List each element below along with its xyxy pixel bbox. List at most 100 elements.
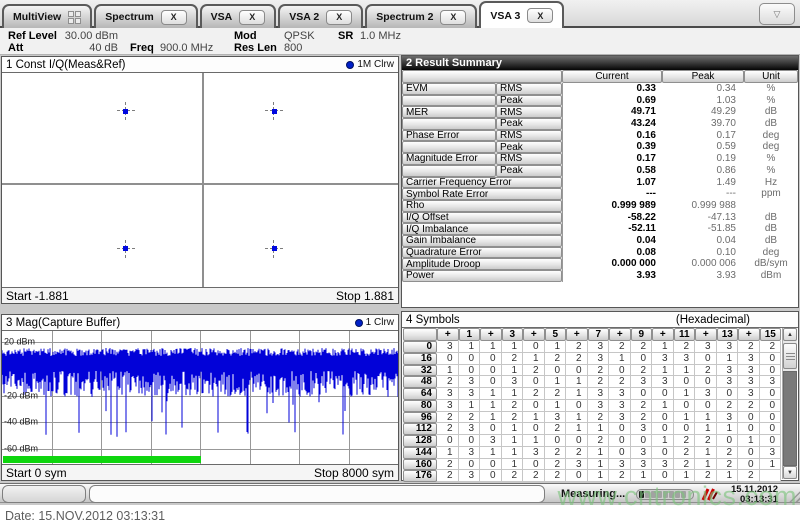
const-trace-label: 1M Clrw [357, 59, 394, 70]
result-metric-name: I/Q Offset [402, 211, 562, 224]
tab-spectrum-2[interactable]: Spectrum 2 X [365, 4, 478, 28]
result-current-value: 49.71 [562, 106, 662, 119]
tab-close-button[interactable]: X [326, 9, 353, 25]
sr-value[interactable]: 1.0 MHz [360, 31, 401, 42]
result-metric-name [402, 118, 496, 130]
symbols-row: 144 1 3 1 1 3 2 2 1 0 3 0 2 1 2 0 3 [403, 446, 781, 459]
tab-vsa-3[interactable]: VSA 3 X [479, 1, 565, 28]
symbol-dot [123, 108, 129, 114]
symbol-cell: 2 [630, 341, 652, 353]
symbols-col-header: 11 [673, 328, 695, 341]
mag-plot: 20 dBm -20 dBm -40 dBm -60 dBm [2, 331, 398, 464]
result-current-value: 0.33 [562, 83, 662, 95]
result-metric-name: I/Q Imbalance [402, 223, 562, 235]
result-summary-title[interactable]: 2 Result Summary [402, 56, 798, 70]
result-label-group: EVM RMS [402, 83, 562, 95]
symbol-cell: 1 [695, 411, 717, 424]
resize-grip-icon[interactable] [785, 487, 800, 502]
tab-vsa[interactable]: VSA X [199, 4, 277, 28]
result-current-value: 0.17 [562, 153, 662, 165]
symbol-cell: 1 [652, 435, 674, 447]
symbols-corner-cell [403, 328, 437, 341]
freq-value[interactable]: 900.0 MHz [160, 43, 213, 54]
symbol-cell: 1 [544, 399, 566, 412]
att-label: Att [8, 42, 24, 54]
result-metric-name: Amplitude Droop [402, 258, 562, 270]
tab-close-button[interactable]: X [527, 8, 554, 23]
constellation-point [265, 239, 284, 258]
mod-value[interactable]: QPSK [284, 31, 315, 42]
scroll-up-button[interactable]: ▲ [783, 328, 797, 341]
symbol-cell: 1 [501, 364, 523, 377]
result-current-value: --- [562, 188, 662, 200]
symbol-cell: 3 [609, 411, 631, 424]
tab-overflow-button[interactable]: ▽ [759, 3, 795, 25]
result-metric-name: Magnitude Error [402, 153, 496, 165]
tab-close-button[interactable]: X [440, 9, 467, 25]
symbol-cell: 2 [544, 423, 566, 435]
result-current-value: 0.999 989 [562, 199, 662, 212]
scroll-down-button[interactable]: ▼ [783, 466, 797, 479]
result-row: Rho 0.999 989 0.999 988 [402, 199, 798, 212]
result-unit: deg [762, 129, 780, 141]
vsa-screen: ▽ MultiView Spectrum X VSA X VSA 2 X Spectrum 2… [0, 0, 800, 525]
sr-label: SR [338, 30, 354, 42]
symbols-row-label: 0 [403, 341, 437, 353]
symbol-cell: 2 [437, 470, 459, 482]
symbol-cell: 2 [501, 411, 523, 424]
result-label-group: Magnitude Error RMS [402, 153, 562, 165]
result-label-group: I/Q Offset [402, 211, 562, 224]
res-len-value[interactable]: 800 [284, 43, 302, 54]
symbol-cell: 1 [523, 352, 545, 365]
result-unit: % [766, 83, 776, 94]
symbol-cell: 1 [480, 446, 502, 459]
tab-multiview[interactable]: MultiView [2, 4, 93, 28]
symbol-cell: 2 [587, 364, 609, 377]
symbol-cell: 2 [587, 411, 609, 424]
ref-level-value[interactable]: 30.00 dBm [60, 31, 118, 42]
symbol-cell: 0 [759, 364, 781, 377]
mag-window-header[interactable]: 3 Mag(Capture Buffer) 1 Clrw [2, 315, 398, 331]
result-metric-sub: Peak [496, 141, 562, 154]
symbols-col-header: + [437, 328, 459, 341]
symbol-cell: 1 [587, 458, 609, 471]
softkey-tab-2[interactable] [89, 485, 545, 503]
symbol-cell: 0 [609, 364, 631, 377]
result-row: Quadrature Error 0.08 0.10 deg [402, 246, 798, 259]
scroll-track[interactable] [783, 371, 797, 466]
symbols-row: 48 2 3 0 3 0 1 1 2 2 3 3 0 0 3 3 3 [403, 376, 781, 388]
result-peak-value: 0.34 [716, 83, 736, 94]
symbols-col-header: + [480, 328, 502, 341]
symbol-cell: 2 [544, 388, 566, 400]
tab-spectrum[interactable]: Spectrum X [94, 4, 198, 28]
mag-trace-label: 1 Clrw [365, 317, 394, 328]
symbol-cell: 3 [458, 388, 480, 400]
mag-start-label: Start 0 sym [6, 465, 67, 480]
result-current-value: 3.93 [562, 270, 662, 282]
result-label-group: Gain Imbalance [402, 234, 562, 247]
symbol-cell: 1 [609, 352, 631, 365]
const-window-header[interactable]: 1 Const I/Q(Meas&Ref) 1M Clrw [2, 57, 398, 73]
symbol-cell: 0 [458, 435, 480, 447]
symbol-cell: 2 [630, 364, 652, 377]
softkey-tab-1[interactable] [2, 485, 86, 503]
scroll-thumb[interactable] [783, 343, 797, 369]
symbols-window-header[interactable]: 4 Symbols (Hexadecimal) [402, 312, 798, 328]
symbols-row: 128 0 0 3 1 1 0 0 2 0 0 1 2 2 0 1 0 [403, 435, 781, 447]
symbols-scrollbar[interactable]: ▲ ▼ [782, 328, 797, 479]
symbol-cell: 0 [695, 352, 717, 365]
symbols-col-header: + [738, 328, 760, 341]
att-value[interactable]: 40 dB [60, 43, 118, 54]
symbol-cell: 3 [458, 423, 480, 435]
tab-vsa-2[interactable]: VSA 2 X [278, 4, 364, 28]
symbol-cell: 1 [759, 458, 781, 471]
symbols-col-header: + [652, 328, 674, 341]
const-start-label: Start -1.881 [6, 288, 69, 303]
result-row: MER RMS 49.71 49.29 dB [402, 106, 798, 119]
tab-close-button[interactable]: X [160, 9, 187, 25]
symbol-cell: 2 [544, 446, 566, 459]
symbol-cell: 0 [738, 446, 760, 459]
tab-close-button[interactable]: X [239, 9, 266, 25]
symbol-cell: 3 [759, 376, 781, 388]
result-metric-name: Quadrature Error [402, 246, 562, 259]
